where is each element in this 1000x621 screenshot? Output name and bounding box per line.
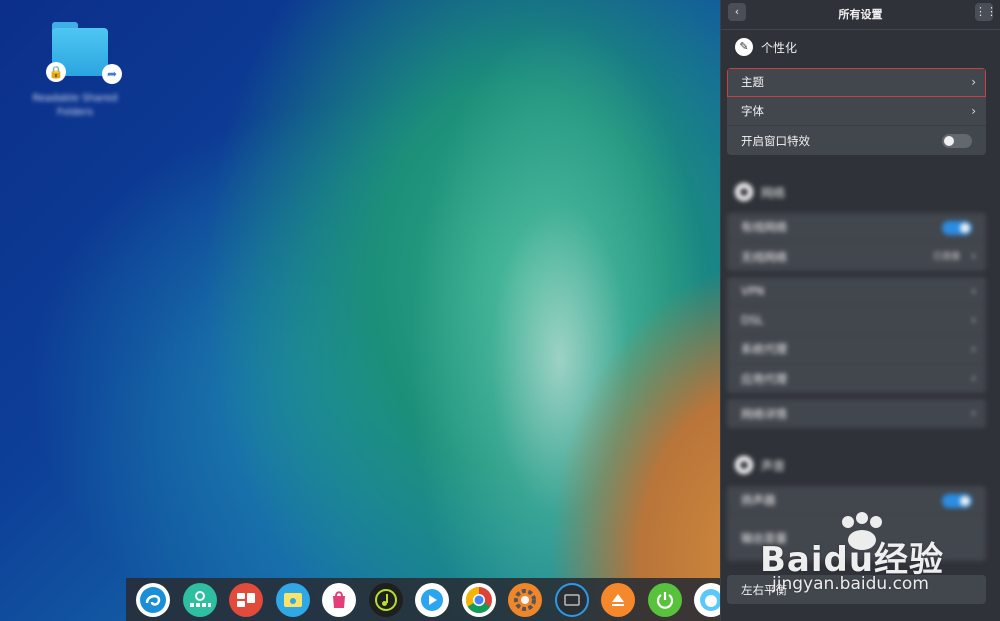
- wireless-row[interactable]: 无线网络 已连接 ›: [727, 242, 986, 271]
- section-network: ● 网络: [721, 177, 1000, 207]
- control-center-panel: ‹ 所有设置 ⋮⋮ ✎ 个性化 主题 › 字体 › 开启窗口特效 ● 网络 有线…: [720, 0, 1000, 621]
- row-label: DSL: [741, 313, 764, 327]
- row-label: 扬声器: [741, 493, 776, 507]
- panel-header: ‹ 所有设置 ⋮⋮: [721, 0, 1000, 30]
- network-group-2: VPN › DSL › 系统代理 › 应用代理 ›: [727, 277, 986, 393]
- row-label: 无线网络: [741, 249, 787, 264]
- section-label: 个性化: [761, 40, 798, 55]
- chevron-right-icon: ›: [971, 371, 976, 385]
- folder-icon: 🔒 ➦: [42, 20, 122, 84]
- multitasking-icon[interactable]: [182, 582, 217, 617]
- panel-title: 所有设置: [838, 8, 883, 21]
- wired-row: 有线网络: [727, 213, 986, 242]
- speaker-row: 扬声器: [727, 486, 986, 515]
- row-label: 网络详情: [741, 406, 787, 421]
- app-proxy-row[interactable]: 应用代理 ›: [727, 364, 986, 393]
- row-label: 应用代理: [741, 371, 787, 386]
- section-personalization: ✎ 个性化: [721, 32, 1000, 62]
- dock: [126, 578, 728, 621]
- app-store-icon[interactable]: [322, 582, 356, 617]
- balance-group: 左右平衡: [727, 575, 986, 604]
- row-label: 左右平衡: [741, 582, 787, 597]
- row-label: 系统代理: [741, 342, 787, 356]
- file-manager-icon[interactable]: [275, 582, 310, 617]
- chrome-icon[interactable]: [461, 582, 496, 617]
- music-icon[interactable]: [368, 582, 403, 617]
- row-label: 字体: [741, 104, 764, 118]
- chevron-right-icon: ›: [971, 313, 976, 327]
- section-label: 声音: [761, 458, 786, 473]
- network-icon: ●: [735, 183, 753, 201]
- launcher-icon[interactable]: [136, 582, 170, 617]
- row-value: 已连接: [932, 252, 960, 262]
- shared-folder-desktop-item[interactable]: 🔒 ➦ Readable Shared Folders: [30, 20, 122, 120]
- network-group-3: 网络详情 ›: [727, 399, 986, 428]
- video-icon[interactable]: [415, 582, 449, 617]
- network-details-row[interactable]: 网络详情 ›: [727, 399, 986, 428]
- chevron-right-icon: ›: [971, 249, 976, 263]
- row-label: 输出音量: [741, 531, 787, 545]
- system-proxy-row[interactable]: 系统代理 ›: [727, 335, 986, 364]
- row-label: 有线网络: [741, 220, 787, 234]
- speaker-toggle[interactable]: [942, 494, 972, 508]
- power-icon[interactable]: [647, 582, 682, 617]
- row-label: 主题: [741, 75, 764, 89]
- grid-icon[interactable]: ⋮⋮: [975, 3, 997, 21]
- section-label: 网络: [761, 185, 786, 200]
- chevron-right-icon: ›: [971, 284, 976, 298]
- personalization-group: 主题 › 字体 › 开启窗口特效: [727, 68, 986, 155]
- row-label: VPN: [741, 284, 765, 298]
- blurred-settings-region: ● 网络 有线网络 无线网络 已连接 › VPN › DSL › 系统代理 › 应用代…: [721, 177, 1000, 561]
- chevron-right-icon: ›: [971, 342, 976, 356]
- network-group-1: 有线网络 无线网络 已连接 ›: [727, 213, 986, 271]
- window-effects-row: 开启窗口特效: [727, 126, 986, 155]
- balance-row[interactable]: 左右平衡: [727, 575, 986, 604]
- output-volume-row[interactable]: 输出音量: [727, 515, 986, 561]
- folder-label: Readable Shared Folders: [32, 93, 118, 118]
- settings-icon[interactable]: [508, 582, 542, 617]
- chevron-right-icon: ›: [971, 406, 976, 420]
- chevron-right-icon: ›: [971, 75, 976, 89]
- window-effects-toggle[interactable]: [942, 134, 972, 148]
- section-sound: ● 声音: [721, 450, 1000, 480]
- wired-toggle[interactable]: [942, 221, 972, 235]
- theme-row[interactable]: 主题 ›: [727, 68, 986, 97]
- sound-icon: ●: [735, 456, 753, 474]
- workspace-icon[interactable]: [229, 582, 263, 617]
- vpn-row[interactable]: VPN ›: [727, 277, 986, 306]
- dsl-row[interactable]: DSL ›: [727, 306, 986, 335]
- font-row[interactable]: 字体 ›: [727, 97, 986, 126]
- chevron-right-icon: ›: [971, 104, 976, 118]
- shortcut-arrow-icon: ➦: [102, 64, 122, 84]
- lock-icon: 🔒: [46, 62, 66, 82]
- row-label: 开启窗口特效: [741, 133, 810, 148]
- palette-icon: ✎: [735, 38, 753, 56]
- sound-group: 扬声器 输出音量: [727, 486, 986, 561]
- eject-icon[interactable]: [601, 582, 635, 617]
- monitor-icon[interactable]: [554, 582, 589, 617]
